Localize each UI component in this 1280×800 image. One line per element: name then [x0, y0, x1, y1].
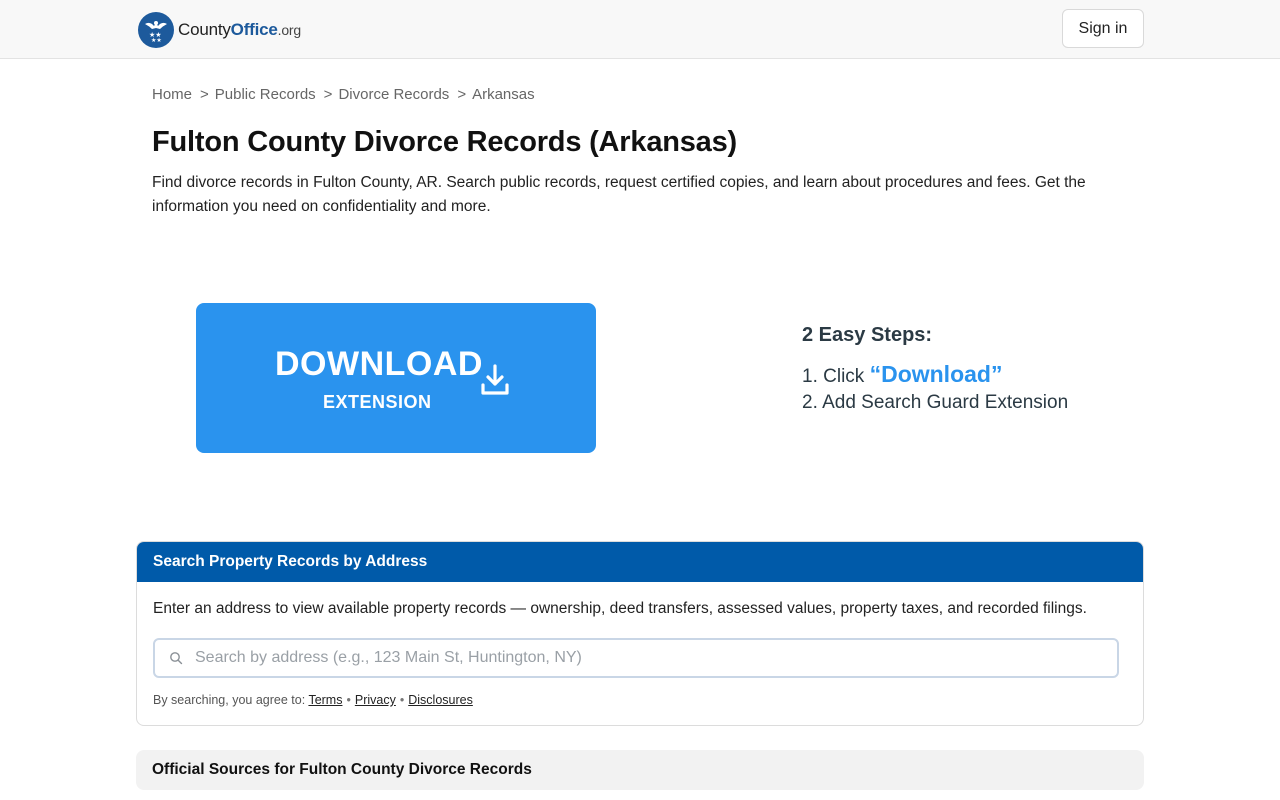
breadcrumb-separator: >	[200, 86, 209, 103]
download-label: DOWNLOAD	[275, 345, 483, 383]
page-intro: Find divorce records in Fulton County, A…	[152, 174, 1086, 215]
terms-link[interactable]: Terms	[308, 693, 342, 707]
sign-in-button[interactable]: Sign in	[1062, 9, 1144, 48]
disclosures-link[interactable]: Disclosures	[408, 693, 473, 707]
official-sources-heading: Official Sources for Fulton County Divor…	[136, 750, 1144, 790]
download-extension-button[interactable]: DOWNLOAD EXTENSION	[196, 303, 596, 453]
site-logo[interactable]: ★★ ★★ CountyOffice.org	[138, 12, 301, 48]
breadcrumb-separator: >	[457, 86, 467, 103]
breadcrumb-public-records[interactable]: Public Records	[215, 86, 316, 103]
breadcrumb-separator: >	[323, 86, 333, 103]
address-search-box[interactable]	[153, 638, 1119, 678]
extension-label: EXTENSION	[323, 392, 432, 412]
breadcrumb-divorce-records[interactable]: Divorce Records	[338, 86, 449, 103]
step-one: 1. Click “Download”	[802, 361, 1003, 387]
breadcrumb-home[interactable]: Home	[152, 86, 192, 103]
svg-text:★★: ★★	[151, 37, 162, 44]
search-description: Enter an address to view available prope…	[153, 600, 1087, 617]
logo-wordmark: CountyOffice.org	[178, 20, 301, 39]
download-icon	[481, 364, 509, 395]
step-download-highlight: “Download”	[869, 361, 1003, 387]
step-two: 2. Add Search Guard Extension	[802, 392, 1069, 413]
steps-title: 2 Easy Steps:	[802, 324, 933, 346]
privacy-link[interactable]: Privacy	[355, 693, 396, 707]
easy-steps: 2 Easy Steps: 1. Click “Download” 2. Add…	[802, 324, 1068, 416]
search-agreement: By searching, you agree to: Terms • Privac…	[153, 693, 473, 707]
search-icon	[170, 652, 183, 665]
breadcrumb: Home > Public Records > Divorce Records …	[152, 86, 535, 103]
address-search-input[interactable]	[195, 640, 1105, 676]
page-title: Fulton County Divorce Records (Arkansas)	[152, 126, 737, 158]
search-card-heading: Search Property Records by Address	[137, 542, 1143, 582]
breadcrumb-arkansas[interactable]: Arkansas	[472, 86, 535, 103]
site-header: ★★ ★★ CountyOffice.org Sign in	[0, 0, 1280, 59]
eagle-logo-icon: ★★ ★★	[138, 12, 174, 48]
property-search-card: Search Property Records by Address Enter…	[136, 541, 1144, 726]
